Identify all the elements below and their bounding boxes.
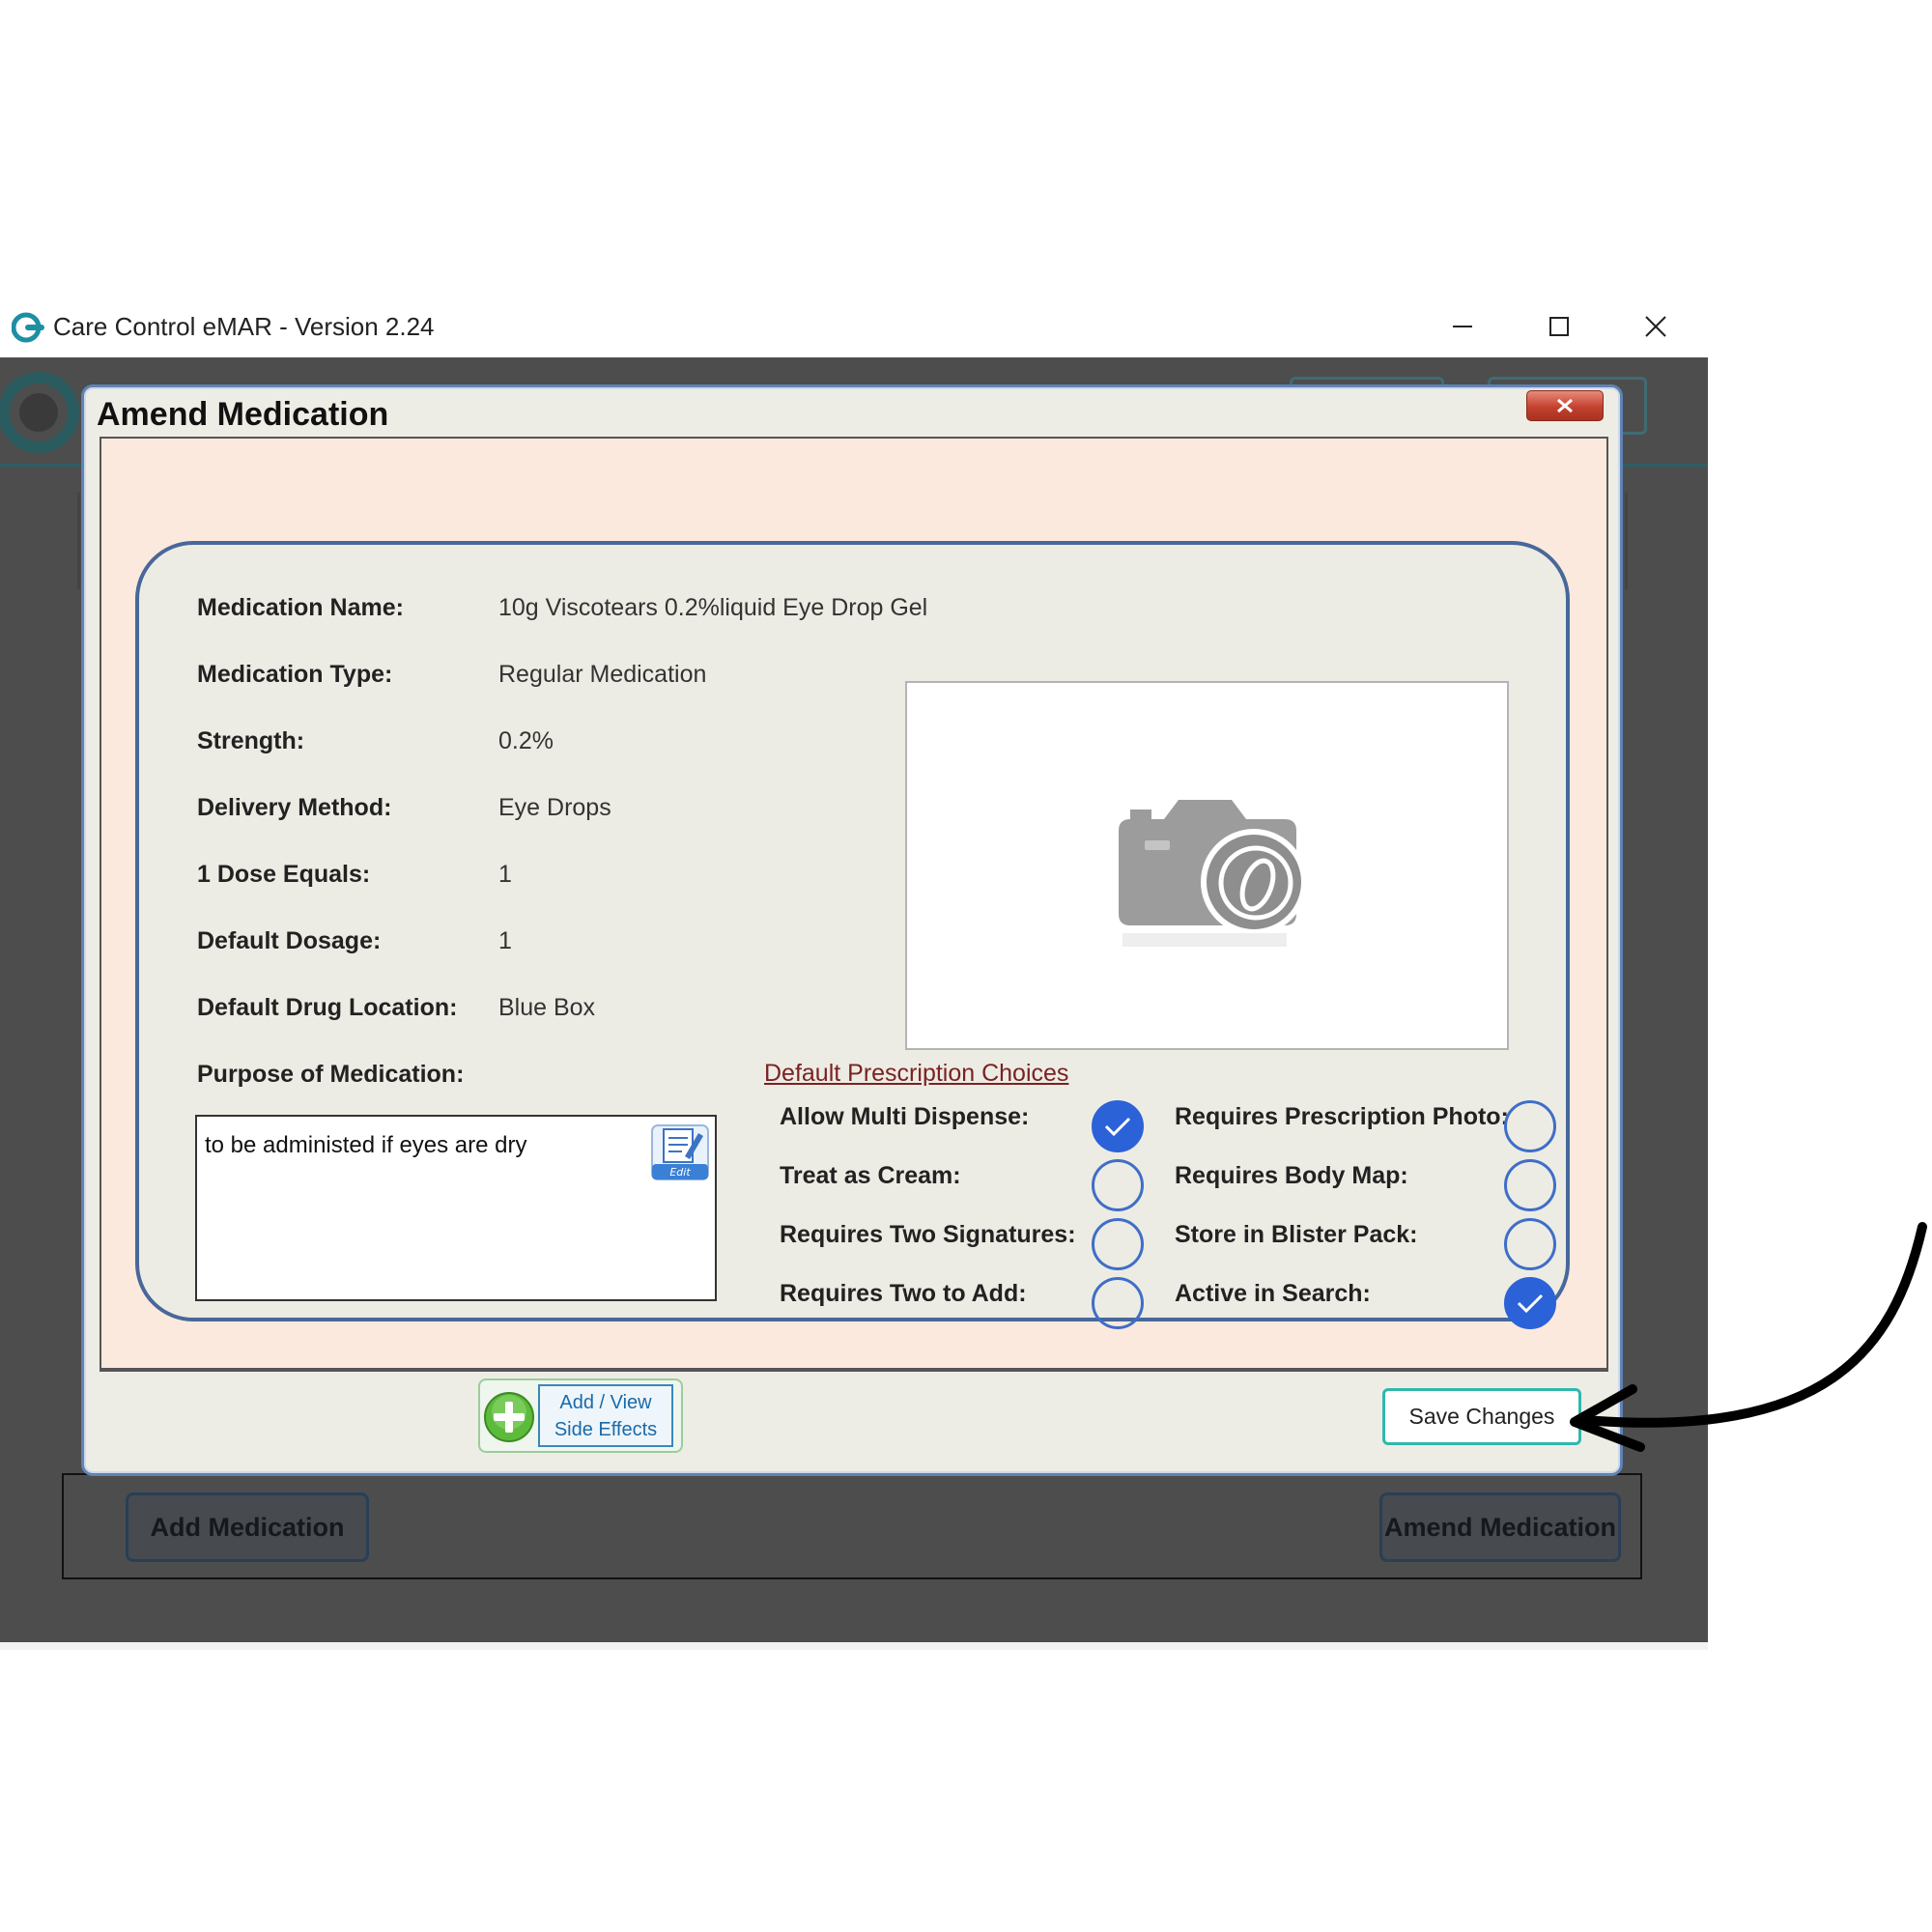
prescription-photo-radio[interactable] <box>1504 1100 1556 1152</box>
background-bottom-strip <box>0 1642 1708 1650</box>
two-signatures-radio[interactable] <box>1092 1218 1144 1270</box>
background-divider <box>1625 493 1628 589</box>
minimize-icon <box>1453 326 1472 327</box>
default-dosage-value: 1 <box>498 927 512 954</box>
annotation-arrow-icon <box>1570 1222 1927 1452</box>
medication-type-value: Regular Medication <box>498 661 707 688</box>
maximize-button[interactable] <box>1530 307 1588 346</box>
minimize-button[interactable] <box>1434 307 1492 346</box>
close-icon <box>1557 398 1573 413</box>
prescription-choices-header: Default Prescription Choices <box>764 1060 1069 1087</box>
plus-icon <box>484 1392 534 1442</box>
delivery-method-value: Eye Drops <box>498 794 611 821</box>
side-effects-line2: Side Effects <box>554 1419 658 1440</box>
dialog-title: Amend Medication <box>97 396 389 433</box>
checkmark-icon <box>1517 1293 1544 1314</box>
amend-medication-button: Amend Medication <box>1379 1492 1621 1562</box>
blister-pack-label: Store in Blister Pack: <box>1175 1221 1418 1248</box>
edit-icon-label: Edit <box>669 1166 691 1179</box>
multi-dispense-label: Allow Multi Dispense: <box>780 1103 1030 1130</box>
multi-dispense-radio[interactable] <box>1092 1100 1144 1152</box>
care-control-logo-icon <box>12 312 44 343</box>
background-logo-icon <box>0 372 79 453</box>
strength-label: Strength: <box>197 727 305 754</box>
medication-name-value: 10g Viscotears 0.2%liquid Eye Drop Gel <box>498 594 928 621</box>
drug-location-value: Blue Box <box>498 994 596 1021</box>
maximize-icon <box>1549 317 1569 336</box>
medication-type-label: Medication Type: <box>197 661 393 688</box>
camera-icon <box>1119 800 1304 947</box>
side-effects-label: Add / View Side Effects <box>538 1384 673 1447</box>
purpose-text: to be administed if eyes are dry <box>205 1132 527 1158</box>
purpose-label: Purpose of Medication: <box>197 1061 465 1088</box>
close-icon <box>1645 316 1666 337</box>
dialog-close-button[interactable] <box>1526 390 1604 421</box>
dialog-footer-divider <box>99 1370 1608 1372</box>
dose-equals-value: 1 <box>498 861 512 888</box>
add-medication-button: Add Medication <box>126 1492 369 1562</box>
prescription-photo-label: Requires Prescription Photo: <box>1175 1103 1509 1130</box>
default-dosage-label: Default Dosage: <box>197 927 382 954</box>
treat-as-cream-label: Treat as Cream: <box>780 1162 961 1189</box>
two-to-add-label: Requires Two to Add: <box>780 1280 1027 1307</box>
background-divider <box>77 493 80 589</box>
dose-equals-label: 1 Dose Equals: <box>197 861 371 888</box>
delivery-method-label: Delivery Method: <box>197 794 392 821</box>
window-close-button[interactable] <box>1627 307 1685 346</box>
checkmark-icon <box>1104 1117 1131 1137</box>
two-to-add-radio[interactable] <box>1092 1277 1144 1329</box>
side-effects-line1: Add / View <box>559 1392 652 1413</box>
edit-icon[interactable]: Edit <box>650 1123 710 1181</box>
medication-name-label: Medication Name: <box>197 594 404 621</box>
treat-as-cream-radio[interactable] <box>1092 1159 1144 1211</box>
body-map-radio[interactable] <box>1504 1159 1556 1211</box>
drug-location-label: Default Drug Location: <box>197 994 458 1021</box>
active-in-search-label: Active in Search: <box>1175 1280 1371 1307</box>
two-signatures-label: Requires Two Signatures: <box>780 1221 1076 1248</box>
window-title: Care Control eMAR - Version 2.24 <box>53 312 435 341</box>
body-map-label: Requires Body Map: <box>1175 1162 1408 1189</box>
strength-value: 0.2% <box>498 727 554 754</box>
